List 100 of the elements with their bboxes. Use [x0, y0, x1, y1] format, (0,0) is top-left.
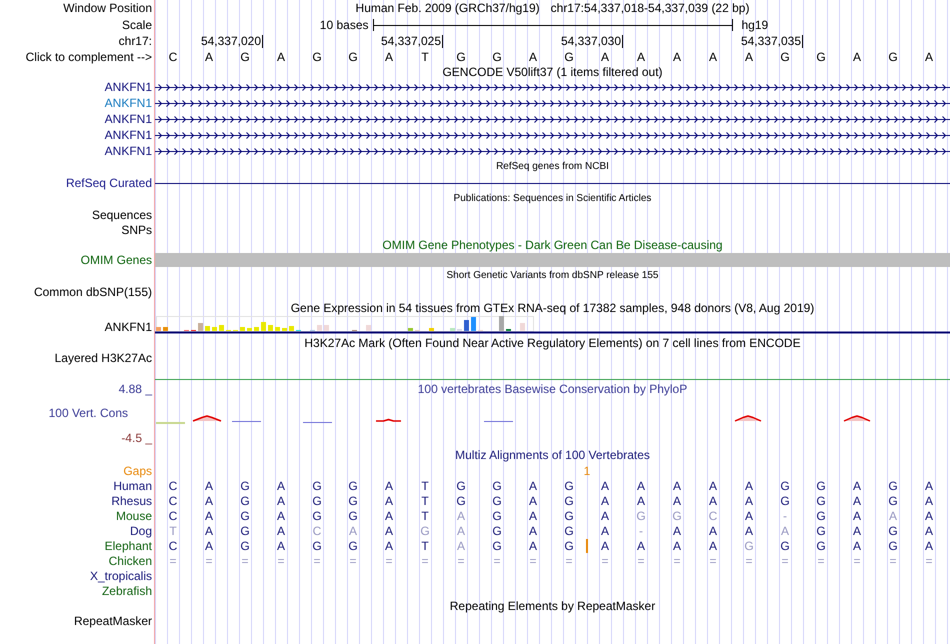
alignment-base: A	[744, 494, 753, 506]
conservation-dash[interactable]	[232, 421, 261, 422]
alignment-base: A	[852, 510, 861, 522]
alignment-base: =	[781, 554, 788, 566]
alignment-base: =	[709, 554, 716, 566]
alignment-base: G	[888, 480, 898, 492]
expression-bar[interactable]	[289, 326, 294, 331]
sequence-base: A	[204, 51, 213, 63]
alignment-base: G	[888, 494, 898, 506]
alignment-base: G	[492, 510, 502, 522]
complement-link[interactable]: Click to complement -->	[26, 51, 152, 63]
expression-bar[interactable]	[261, 322, 266, 331]
alignment-base: T	[421, 540, 429, 552]
alignment-base: C	[168, 480, 178, 492]
sequence-base: G	[456, 51, 466, 63]
alignment-base: A	[528, 480, 537, 492]
track-title: Gene Expression in 54 tissues from GTEx RNA-seq of 17382 samples, 948 donors (V8, Aug 2019)	[290, 302, 814, 314]
alignment-base: A	[924, 540, 933, 552]
track-label: OMIM Genes	[80, 254, 152, 266]
omim-feature-bar[interactable]	[155, 253, 950, 267]
expression-bar[interactable]	[247, 328, 252, 331]
sequence-base: A	[852, 51, 861, 63]
alignment-base: T	[421, 510, 429, 522]
track-label: 100 Vert. Cons	[48, 407, 128, 419]
expression-bar[interactable]	[282, 328, 287, 331]
alignment-base: =	[817, 554, 824, 566]
conservation-peak[interactable]	[734, 415, 762, 422]
gene-feature[interactable]	[155, 148, 950, 155]
alignment-base: A	[204, 510, 213, 522]
sequence-base: A	[708, 51, 717, 63]
expression-bar[interactable]	[156, 327, 161, 331]
alignment-base: A	[708, 494, 717, 506]
expression-bar[interactable]	[520, 323, 525, 331]
expression-bar[interactable]	[317, 325, 322, 331]
expression-bar[interactable]	[198, 323, 203, 331]
alignment-base: A	[456, 524, 465, 536]
scale-length: 10 bases	[320, 18, 368, 30]
gene-feature[interactable]	[155, 100, 950, 107]
alignment-base: A	[924, 480, 933, 492]
expression-bar[interactable]	[324, 325, 329, 331]
alignment-base: =	[637, 554, 644, 566]
alignment-base: A	[600, 480, 609, 492]
expression-bar[interactable]	[205, 326, 210, 331]
expression-bar[interactable]	[254, 327, 259, 331]
expression-bar[interactable]	[240, 327, 245, 331]
conservation-peak[interactable]	[375, 418, 402, 422]
axis-max-label: 4.88 _	[118, 383, 152, 395]
expression-bar[interactable]	[212, 327, 217, 331]
expression-bar[interactable]	[450, 328, 455, 331]
alignment-base: A	[744, 510, 753, 522]
gene-feature[interactable]	[155, 116, 950, 123]
conservation-dash[interactable]	[484, 421, 513, 422]
alignment-base: -	[639, 524, 643, 536]
expression-bar[interactable]	[275, 327, 280, 331]
track-label: ANKFN1	[104, 113, 152, 125]
track-label: ANKFN1	[104, 321, 152, 333]
alignment-base: A	[204, 524, 213, 536]
alignment-base: A	[348, 524, 357, 536]
alignment-base: =	[529, 554, 536, 566]
conservation-peak[interactable]	[843, 415, 871, 422]
alignment-base: A	[276, 480, 285, 492]
track-title: Publications: Sequences in Scientific Articles	[454, 194, 652, 204]
alignment-base: =	[745, 554, 752, 566]
expression-bar[interactable]	[464, 320, 469, 331]
expression-bar[interactable]	[268, 325, 273, 331]
track-title: 100 vertebrates Basewise Conservation by PhyloP	[418, 383, 688, 395]
track-title: Repeating Elements by RepeatMasker	[450, 600, 656, 612]
conservation-dash[interactable]	[303, 422, 332, 423]
conservation-peak[interactable]	[192, 415, 222, 422]
conservation-dash[interactable]	[156, 422, 185, 424]
expression-bar[interactable]	[163, 327, 168, 331]
alignment-base: G	[564, 524, 574, 536]
alignment-base: G	[312, 510, 322, 522]
alignment-base: A	[204, 540, 213, 552]
alignment-base: =	[205, 554, 212, 566]
alignment-base: G	[312, 494, 322, 506]
alignment-base: G	[348, 540, 358, 552]
alignment-base: A	[528, 540, 537, 552]
expression-bar[interactable]	[366, 325, 371, 331]
expression-bar[interactable]	[219, 325, 224, 331]
expression-bar[interactable]	[408, 328, 413, 331]
gene-feature[interactable]	[155, 84, 950, 91]
gene-feature[interactable]	[155, 132, 950, 139]
expression-bar[interactable]	[429, 328, 434, 331]
alignment-base: A	[672, 494, 681, 506]
alignment-base: G	[312, 540, 322, 552]
expression-bar[interactable]	[499, 316, 504, 331]
expression-bar[interactable]	[471, 317, 476, 331]
alignment-base: G	[492, 524, 502, 536]
track-title: Short Genetic Variants from dbSNP release 155	[446, 270, 658, 280]
alignment-base: G	[816, 510, 826, 522]
track-label: Gaps	[123, 464, 152, 476]
sequence-base: A	[636, 51, 645, 63]
alignment-base: -	[783, 510, 787, 522]
alignment-base: C	[168, 494, 178, 506]
track-title: RefSeq genes from NCBI	[496, 162, 609, 172]
alignment-base: G	[456, 494, 466, 506]
alignment-base: A	[600, 510, 609, 522]
track-label: chr17:	[118, 35, 152, 47]
alignment-base: =	[853, 554, 860, 566]
